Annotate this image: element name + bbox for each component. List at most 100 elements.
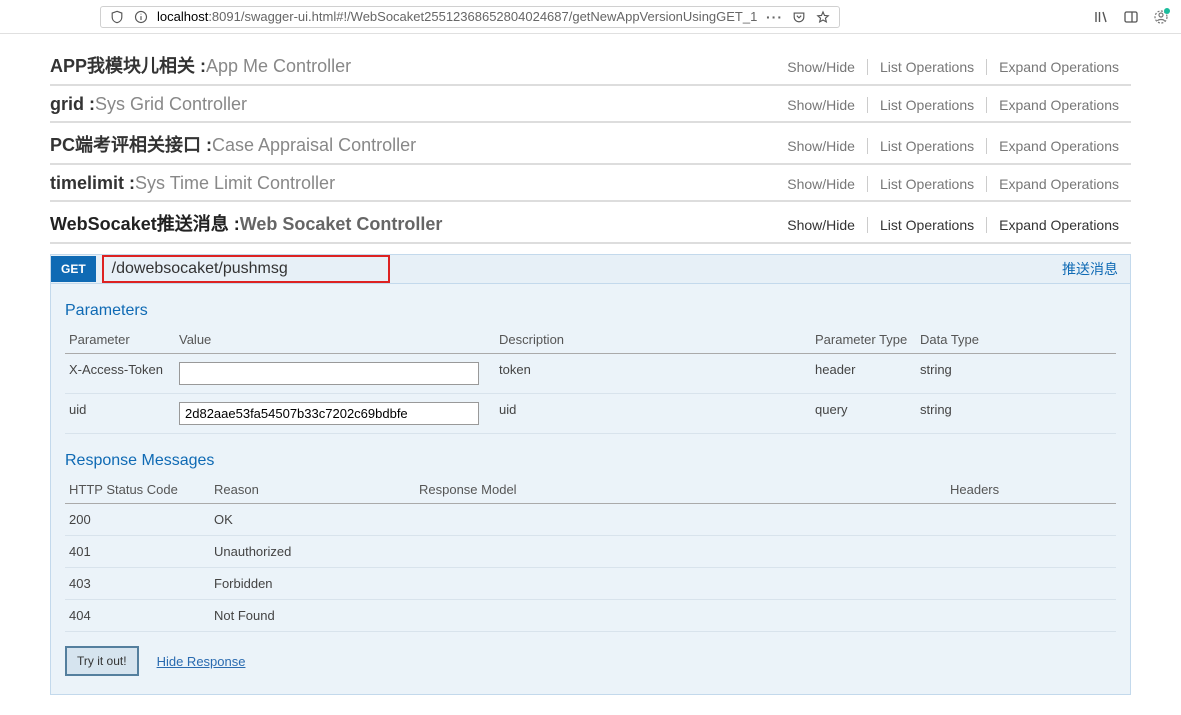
response-row: 404Not Found (65, 600, 1116, 632)
param-desc: token (495, 354, 811, 394)
col-value: Value (175, 326, 495, 354)
section-action-link[interactable]: Expand Operations (987, 97, 1131, 113)
resp-model (415, 504, 946, 536)
endpoint-path: /dowebsocaket/pushmsg (102, 255, 390, 283)
resp-model (415, 568, 946, 600)
section-actions: Show/HideList OperationsExpand Operation… (775, 217, 1131, 233)
resp-headers (946, 504, 1116, 536)
resp-headers (946, 536, 1116, 568)
param-row: X-Access-Tokentokenheaderstring (65, 354, 1116, 394)
browser-right-icons (1093, 9, 1169, 25)
resp-reason: Unauthorized (210, 536, 415, 568)
try-it-out-button[interactable]: Try it out! (65, 646, 139, 676)
response-row: 403Forbidden (65, 568, 1116, 600)
hide-response-link[interactable]: Hide Response (157, 654, 246, 669)
param-datatype: string (916, 354, 1116, 394)
resp-code: 401 (65, 536, 210, 568)
col-reason: Reason (210, 476, 415, 504)
resp-model (415, 536, 946, 568)
param-input[interactable] (179, 402, 479, 425)
star-icon[interactable] (815, 9, 831, 25)
col-param-type: Parameter Type (811, 326, 916, 354)
param-input[interactable] (179, 362, 479, 385)
section-action-link[interactable]: Show/Hide (775, 59, 868, 75)
section-action-link[interactable]: Show/Hide (775, 176, 868, 192)
api-section-header[interactable]: timelimit : Sys Time Limit Controller Sho… (50, 165, 1131, 202)
section-subtitle: Case Appraisal Controller (212, 135, 416, 156)
param-value-cell (175, 354, 495, 394)
endpoint-header[interactable]: GET /dowebsocaket/pushmsg 推送消息 (50, 254, 1131, 284)
response-row: 200OK (65, 504, 1116, 536)
section-action-link[interactable]: Expand Operations (987, 59, 1131, 75)
api-section-header[interactable]: PC端考评相关接口 : Case Appraisal Controller Sho… (50, 123, 1131, 165)
http-method-badge: GET (51, 256, 96, 282)
library-icon[interactable] (1093, 9, 1109, 25)
section-actions: Show/HideList OperationsExpand Operation… (775, 176, 1131, 192)
resp-headers (946, 600, 1116, 632)
api-section-header[interactable]: grid : Sys Grid Controller Show/HideList … (50, 86, 1131, 123)
section-title: APP我模块儿相关 : (50, 52, 206, 78)
resp-headers (946, 568, 1116, 600)
param-type: header (811, 354, 916, 394)
col-description: Description (495, 326, 811, 354)
section-action-link[interactable]: Expand Operations (987, 176, 1131, 192)
section-action-link[interactable]: List Operations (868, 97, 987, 113)
pocket-icon[interactable] (791, 9, 807, 25)
param-row: uiduidquerystring (65, 394, 1116, 434)
section-action-link[interactable]: Expand Operations (987, 138, 1131, 154)
resp-reason: OK (210, 504, 415, 536)
info-icon (133, 9, 149, 25)
section-title: timelimit : (50, 173, 135, 194)
param-datatype: string (916, 394, 1116, 434)
section-action-link[interactable]: List Operations (868, 217, 987, 233)
section-subtitle: Web Socaket Controller (240, 214, 443, 235)
section-action-link[interactable]: Show/Hide (775, 138, 868, 154)
section-actions: Show/HideList OperationsExpand Operation… (775, 59, 1131, 75)
section-action-link[interactable]: Show/Hide (775, 217, 868, 233)
resp-reason: Forbidden (210, 568, 415, 600)
responses-table: HTTP Status Code Reason Response Model H… (65, 476, 1116, 632)
section-subtitle: Sys Time Limit Controller (135, 173, 335, 194)
section-actions: Show/HideList OperationsExpand Operation… (775, 138, 1131, 154)
more-dots[interactable]: ··· (766, 9, 783, 25)
section-action-link[interactable]: List Operations (868, 59, 987, 75)
account-icon[interactable] (1153, 9, 1169, 25)
col-data-type: Data Type (916, 326, 1116, 354)
section-title: WebSocaket推送消息 : (50, 210, 240, 236)
param-name: uid (65, 394, 175, 434)
sidebar-icon[interactable] (1123, 9, 1139, 25)
section-action-link[interactable]: List Operations (868, 138, 987, 154)
section-subtitle: App Me Controller (206, 56, 351, 77)
response-row: 401Unauthorized (65, 536, 1116, 568)
param-desc: uid (495, 394, 811, 434)
resp-code: 403 (65, 568, 210, 600)
param-type: query (811, 394, 916, 434)
col-status-code: HTTP Status Code (65, 476, 210, 504)
browser-toolbar: localhost:8091/swagger-ui.html#!/WebSoca… (0, 0, 1181, 34)
resp-code: 200 (65, 504, 210, 536)
endpoint-desc: 推送消息 (1062, 259, 1130, 279)
shield-icon (109, 9, 125, 25)
section-actions: Show/HideList OperationsExpand Operation… (775, 97, 1131, 113)
col-headers: Headers (946, 476, 1116, 504)
page-content: APP我模块儿相关 : App Me ControllerShow/HideLi… (0, 34, 1181, 715)
col-parameter: Parameter (65, 326, 175, 354)
url-text: localhost:8091/swagger-ui.html#!/WebSoca… (157, 9, 758, 24)
param-value-cell (175, 394, 495, 434)
section-action-link[interactable]: List Operations (868, 176, 987, 192)
section-action-link[interactable]: Show/Hide (775, 97, 868, 113)
url-bar[interactable]: localhost:8091/swagger-ui.html#!/WebSoca… (100, 6, 840, 28)
resp-reason: Not Found (210, 600, 415, 632)
resp-code: 404 (65, 600, 210, 632)
parameters-heading: Parameters (65, 302, 1116, 320)
section-subtitle: Sys Grid Controller (95, 94, 247, 115)
section-title: grid : (50, 94, 95, 115)
response-messages-heading: Response Messages (65, 452, 1116, 470)
api-section-header[interactable]: WebSocaket推送消息 : Web Socaket Controller S… (50, 202, 1131, 244)
section-action-link[interactable]: Expand Operations (987, 217, 1131, 233)
col-response-model: Response Model (415, 476, 946, 504)
endpoint-panel: Parameters Parameter Value Description P… (50, 284, 1131, 695)
section-title: PC端考评相关接口 : (50, 131, 212, 157)
resp-model (415, 600, 946, 632)
api-section-header[interactable]: APP我模块儿相关 : App Me Controller Show/HideLi… (50, 44, 1131, 86)
